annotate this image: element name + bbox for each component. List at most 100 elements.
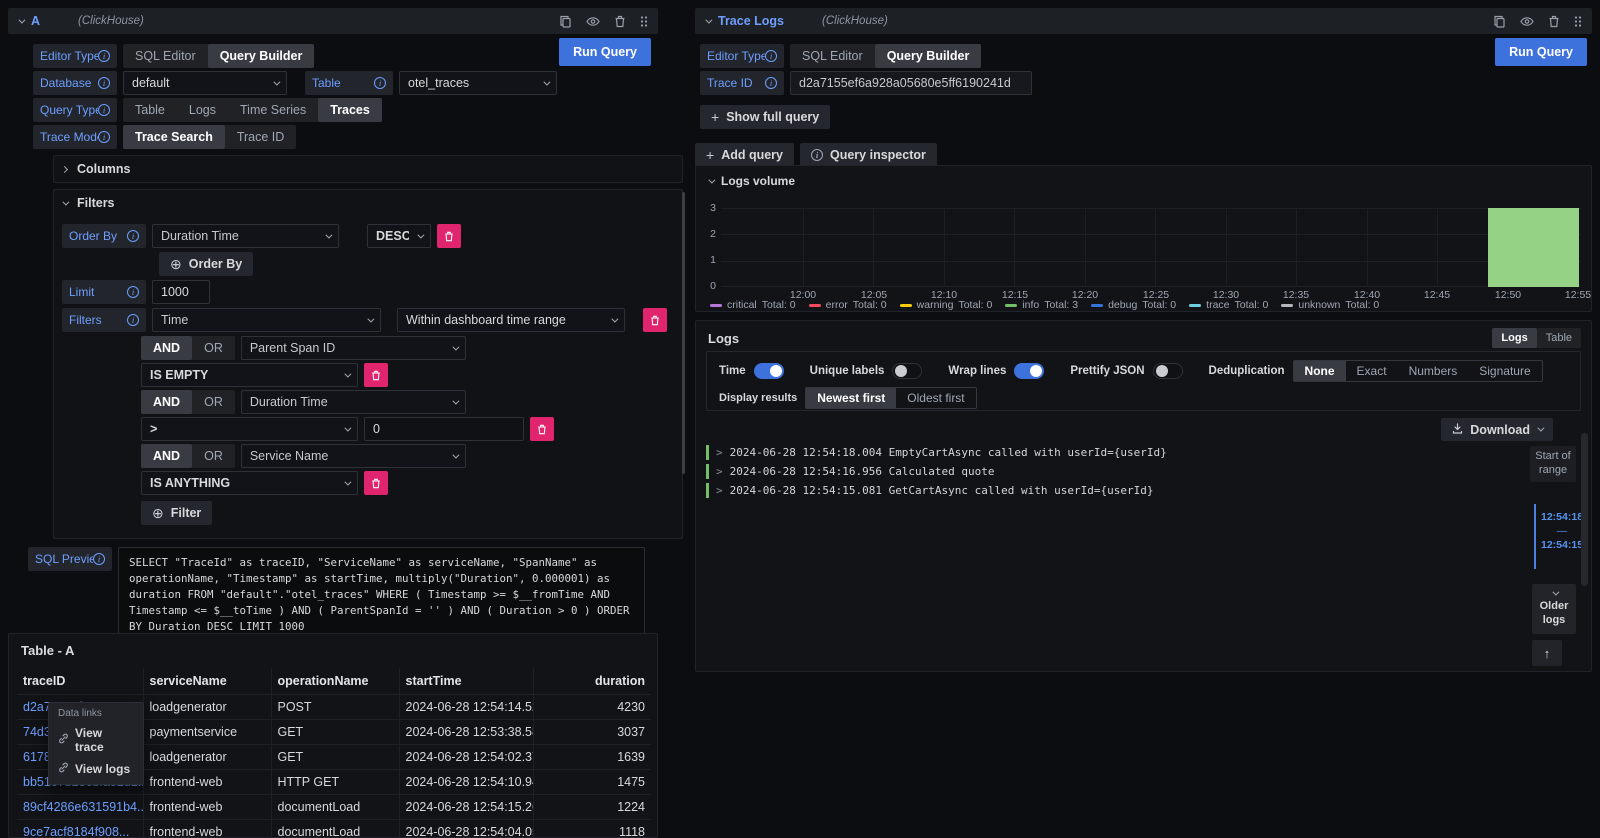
trace-id-option[interactable]: Trace ID (225, 125, 296, 149)
logs-volume-header[interactable]: Logs volume (696, 166, 1591, 188)
or-option[interactable]: OR (192, 390, 235, 414)
remove-filter-button[interactable] (364, 363, 388, 387)
older-logs-button[interactable]: Older logs (1532, 584, 1576, 634)
remove-filter-button[interactable] (364, 471, 388, 495)
query-type-time-series[interactable]: Time Series (228, 98, 318, 122)
sql-editor-option[interactable]: SQL Editor (123, 44, 208, 68)
time-toggle[interactable] (754, 363, 784, 379)
expand-chevron-icon[interactable] (716, 465, 723, 478)
legend-item-unknown[interactable]: unknownTotal: 0 (1281, 299, 1379, 311)
add-filter-button[interactable]: ⊕Filter (141, 501, 212, 525)
legend-item-error[interactable]: errorTotal: 0 (809, 299, 887, 311)
filter-operator-select[interactable]: IS EMPTY (141, 363, 358, 387)
prettify-json-toggle[interactable] (1153, 363, 1183, 379)
remove-filter-button[interactable] (530, 417, 554, 441)
run-query-button-a[interactable]: Run Query (559, 38, 651, 66)
add-order-by-button[interactable]: ⊕Order By (159, 252, 253, 276)
unique-labels-toggle[interactable] (892, 363, 922, 379)
query-type-traces[interactable]: Traces (318, 98, 382, 122)
legend-item-warning[interactable]: warningTotal: 0 (900, 299, 993, 311)
collapse-chevron-icon[interactable] (705, 16, 712, 23)
limit-input[interactable] (152, 280, 210, 304)
query-row-header-a[interactable]: A (ClickHouse) (8, 8, 658, 34)
filter-value-input[interactable] (364, 417, 524, 441)
expand-chevron-icon[interactable] (716, 446, 723, 459)
col-header-duration[interactable]: duration (533, 668, 651, 694)
and-option[interactable]: AND (141, 336, 192, 360)
dedup-numbers-option[interactable]: Numbers (1398, 361, 1469, 381)
drag-handle-icon[interactable] (640, 15, 648, 28)
filter-operator-select[interactable]: IS ANYTHING (141, 471, 358, 495)
legend-item-debug[interactable]: debugTotal: 0 (1091, 299, 1176, 311)
log-timeline-selection-bar[interactable] (1534, 504, 1536, 569)
query-builder-option[interactable]: Query Builder (875, 44, 982, 68)
download-button[interactable]: Download (1441, 418, 1553, 441)
or-option[interactable]: OR (192, 336, 235, 360)
dedup-none-option[interactable]: None (1294, 361, 1346, 381)
col-header-traceid[interactable]: traceID (17, 668, 143, 694)
dedup-exact-option[interactable]: Exact (1346, 361, 1398, 381)
legend-item-info[interactable]: infoTotal: 3 (1005, 299, 1078, 311)
info-icon[interactable] (98, 131, 110, 143)
legend-item-trace[interactable]: traceTotal: 0 (1189, 299, 1268, 311)
split-pane-resize-handle[interactable] (682, 192, 685, 474)
filter-operator-select[interactable]: > (141, 417, 358, 441)
info-icon[interactable] (127, 230, 139, 242)
sql-editor-option[interactable]: SQL Editor (790, 44, 875, 68)
log-row[interactable]: 2024-06-28 12:54:18.004 EmptyCartAsync c… (706, 443, 1167, 462)
info-icon[interactable] (98, 77, 110, 89)
add-query-button[interactable]: +Add query (695, 143, 794, 167)
query-type-logs[interactable]: Logs (177, 98, 228, 122)
duplicate-query-icon[interactable] (559, 15, 572, 28)
or-option[interactable]: OR (192, 444, 235, 468)
remove-filter-button[interactable] (643, 308, 667, 332)
view-logs-menu-item[interactable]: View logs (49, 758, 143, 780)
filters-section-header[interactable]: Filters (54, 190, 682, 216)
info-icon[interactable] (765, 77, 777, 89)
info-icon[interactable] (93, 553, 105, 565)
trace-id-input[interactable] (790, 71, 1032, 95)
info-icon[interactable] (374, 77, 386, 89)
col-header-servicename[interactable]: serviceName (143, 668, 271, 694)
remove-order-by-button[interactable] (437, 224, 461, 248)
scroll-to-top-button[interactable]: ↑ (1532, 640, 1562, 666)
info-icon[interactable] (765, 50, 777, 62)
table-select[interactable]: otel_traces (399, 71, 557, 95)
filter-operator-select[interactable]: Within dashboard time range (397, 308, 625, 332)
filter-field-select[interactable]: Service Name (241, 444, 466, 468)
info-icon[interactable] (127, 286, 139, 298)
wrap-lines-toggle[interactable] (1014, 363, 1044, 379)
run-query-button-trace-logs[interactable]: Run Query (1495, 38, 1587, 66)
info-icon[interactable] (98, 104, 110, 116)
log-row[interactable]: 2024-06-28 12:54:15.081 GetCartAsync cal… (706, 481, 1167, 500)
collapse-chevron-icon[interactable] (18, 16, 25, 23)
filter-field-select[interactable]: Duration Time (241, 390, 466, 414)
delete-query-icon[interactable] (1548, 15, 1560, 28)
duplicate-query-icon[interactable] (1493, 15, 1506, 28)
col-header-starttime[interactable]: startTime (399, 668, 533, 694)
collapse-chevron-icon[interactable] (708, 176, 715, 183)
trace-id-link[interactable]: 89cf4286e631591b4... (17, 794, 143, 819)
table-view-tab[interactable]: Table (1537, 328, 1581, 348)
trace-id-link[interactable]: 9ce7acf8184f908... (17, 819, 143, 838)
logs-view-tab[interactable]: Logs (1492, 328, 1536, 348)
query-row-header-trace-logs[interactable]: Trace Logs (ClickHouse) (695, 8, 1592, 34)
and-option[interactable]: AND (141, 444, 192, 468)
order-by-direction-select[interactable]: DESC (367, 224, 431, 248)
delete-query-icon[interactable] (614, 15, 626, 28)
view-trace-menu-item[interactable]: View trace (49, 722, 143, 758)
info-icon[interactable] (98, 50, 110, 62)
order-by-field-select[interactable]: Duration Time (152, 224, 339, 248)
query-builder-option[interactable]: Query Builder (208, 44, 315, 68)
hide-response-eye-icon[interactable] (1520, 15, 1534, 28)
oldest-first-option[interactable]: Oldest first (896, 388, 975, 408)
logs-scrollbar[interactable] (1581, 433, 1588, 586)
info-icon[interactable] (127, 314, 139, 326)
dedup-signature-option[interactable]: Signature (1468, 361, 1541, 381)
info-logs-bar[interactable] (1488, 208, 1579, 287)
hide-response-eye-icon[interactable] (586, 15, 600, 28)
newest-first-option[interactable]: Newest first (806, 388, 896, 408)
trace-search-option[interactable]: Trace Search (123, 125, 225, 149)
col-header-operationname[interactable]: operationName (271, 668, 399, 694)
filter-field-select[interactable]: Parent Span ID (241, 336, 466, 360)
